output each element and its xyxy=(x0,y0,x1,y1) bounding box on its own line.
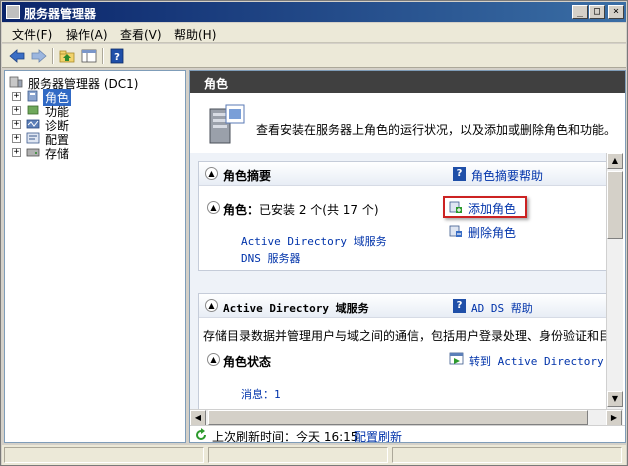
expand-toggle[interactable]: + xyxy=(12,134,21,143)
status-cell xyxy=(392,447,622,463)
expand-toggle[interactable]: + xyxy=(12,106,21,115)
expand-toggle[interactable]: + xyxy=(12,92,21,101)
ad-ds-description: 存储目录数据并管理用户与域之间的通信，包括用户登录处理、身份验证和目录搜 xyxy=(203,329,606,343)
collapse-chevron-icon[interactable]: ▲ xyxy=(205,299,218,312)
status-cell xyxy=(4,447,204,463)
section-title: Active Directory 域服务 xyxy=(223,302,369,315)
vertical-scrollbar[interactable]: ▲ ▼ xyxy=(606,153,623,409)
refresh-bar: 上次刷新时间：今天 16:15 配置刷新 xyxy=(190,425,625,443)
section-title: 角色摘要 xyxy=(223,169,272,183)
goto-role-icon xyxy=(449,352,464,365)
storage-icon xyxy=(26,148,40,157)
details-pane: 角色 查看安装在服务器上角色的运行状况，以及添加或删除角色和功能。 ▲ 角色摘要… xyxy=(189,70,626,443)
svg-text:?: ? xyxy=(114,52,120,63)
features-icon xyxy=(27,105,39,115)
roles-count-text: 已安装 2 个(共 17 个) xyxy=(259,203,379,217)
roles-summary-help-link[interactable]: 角色摘要帮助 xyxy=(471,167,543,184)
expand-toggle[interactable]: + xyxy=(12,148,21,157)
ad-ds-section: ▲ Active Directory 域服务 ? AD DS 帮助 存储目录数据… xyxy=(198,293,606,409)
menu-view[interactable]: 查看(V) xyxy=(120,26,162,43)
tree-item-storage[interactable]: + 存储 xyxy=(12,145,182,161)
tree-item-features[interactable]: + 功能 xyxy=(12,103,182,119)
remove-roles-link[interactable]: 删除角色 xyxy=(468,224,516,241)
minimize-button[interactable]: _ xyxy=(572,5,588,19)
add-role-icon xyxy=(449,201,462,213)
intro-text: 查看安装在服务器上角色的运行状况，以及添加或删除角色和功能。 xyxy=(256,123,617,137)
roles-summary-header: ▲ 角色摘要 ? 角色摘要帮助 xyxy=(199,162,606,186)
intro-banner: 查看安装在服务器上角色的运行状况，以及添加或删除角色和功能。 xyxy=(190,93,625,153)
server-manager-window: 服务器管理器 _ □ × 文件(F) 操作(A) 查看(V) 帮助(H) ? 服… xyxy=(0,0,628,466)
role-link-ad-ds[interactable]: Active Directory 域服务 xyxy=(241,233,387,249)
server-roles-icon xyxy=(209,104,245,144)
refresh-icon xyxy=(196,428,206,440)
role-link-dns[interactable]: DNS 服务器 xyxy=(241,250,301,266)
scroll-thumb-horizontal[interactable] xyxy=(208,410,588,425)
toolbar-separator xyxy=(52,48,54,64)
ad-ds-header: ▲ Active Directory 域服务 ? AD DS 帮助 xyxy=(199,294,606,318)
horizontal-scrollbar[interactable]: ◀ ▶ xyxy=(190,409,623,426)
content-area: ▲ 角色摘要 ? 角色摘要帮助 ▲ 角色： 已安装 2 个(共 17 个) Ac… xyxy=(190,153,606,409)
up-folder-icon[interactable] xyxy=(58,48,76,64)
server-icon xyxy=(9,76,23,88)
collapse-chevron-icon[interactable]: ▲ xyxy=(207,201,220,214)
collapse-chevron-icon[interactable]: ▲ xyxy=(205,167,218,180)
server-manager-app-icon xyxy=(6,5,20,19)
menu-help[interactable]: 帮助(H) xyxy=(174,26,216,43)
role-status-title: 角色状态 xyxy=(223,355,272,369)
menu-action[interactable]: 操作(A) xyxy=(66,26,108,43)
close-button[interactable]: × xyxy=(608,5,624,19)
roles-summary-section: ▲ 角色摘要 ? 角色摘要帮助 ▲ 角色： 已安装 2 个(共 17 个) Ac… xyxy=(198,161,606,271)
tree-root-server[interactable]: 服务器管理器 (DC1) xyxy=(9,75,184,91)
tree-item-roles[interactable]: + 角色 xyxy=(12,89,182,106)
goto-ad-ds-link[interactable]: 转到 Active Directory 域 xyxy=(469,353,606,369)
menu-bar: 文件(F) 操作(A) 查看(V) 帮助(H) xyxy=(2,23,626,43)
status-bar xyxy=(2,445,626,465)
help-book-icon: ? xyxy=(453,167,466,181)
forward-arrow-icon[interactable] xyxy=(30,48,48,64)
remove-role-icon xyxy=(449,225,462,237)
expand-toggle[interactable]: + xyxy=(12,120,21,129)
show-hide-tree-icon[interactable] xyxy=(80,48,98,64)
configure-refresh-link[interactable]: 配置刷新 xyxy=(354,428,402,442)
window-title: 服务器管理器 xyxy=(24,7,97,21)
roles-icon xyxy=(27,90,38,102)
back-arrow-icon[interactable] xyxy=(8,48,26,64)
ad-ds-help-link[interactable]: AD DS 帮助 xyxy=(471,300,533,316)
last-refresh-text: 上次刷新时间：今天 16:15 xyxy=(212,430,359,443)
scroll-left-button[interactable]: ◀ xyxy=(190,410,206,426)
toolbar: ? xyxy=(2,44,626,68)
help-icon[interactable]: ? xyxy=(108,48,126,64)
add-roles-link[interactable]: 添加角色 xyxy=(468,200,516,217)
roles-count-label: 角色： xyxy=(223,203,260,217)
status-cell xyxy=(208,447,388,463)
scroll-down-button[interactable]: ▼ xyxy=(607,391,623,407)
tree-item-label: 存储 xyxy=(45,147,70,161)
messages-link[interactable]: 消息：1 xyxy=(241,386,281,402)
maximize-button[interactable]: □ xyxy=(589,5,605,19)
tree-item-configuration[interactable]: + 配置 xyxy=(12,131,182,147)
help-book-icon: ? xyxy=(453,299,466,313)
scroll-thumb[interactable] xyxy=(607,171,623,239)
tree-item-diagnostics[interactable]: + 诊断 xyxy=(12,117,182,133)
diagnostics-icon xyxy=(26,119,40,129)
collapse-chevron-icon[interactable]: ▲ xyxy=(207,353,220,366)
toolbar-separator xyxy=(102,48,104,64)
scroll-up-button[interactable]: ▲ xyxy=(607,153,623,169)
configuration-icon xyxy=(26,132,40,144)
title-bar[interactable]: 服务器管理器 _ □ × xyxy=(2,2,626,22)
scroll-right-button[interactable]: ▶ xyxy=(606,410,622,426)
navigation-tree: 服务器管理器 (DC1) + 角色 + 功能 + 诊断 + 配置 + 存储 xyxy=(4,70,186,443)
menu-file[interactable]: 文件(F) xyxy=(12,26,52,43)
pane-header-title: 角色 xyxy=(190,71,625,93)
